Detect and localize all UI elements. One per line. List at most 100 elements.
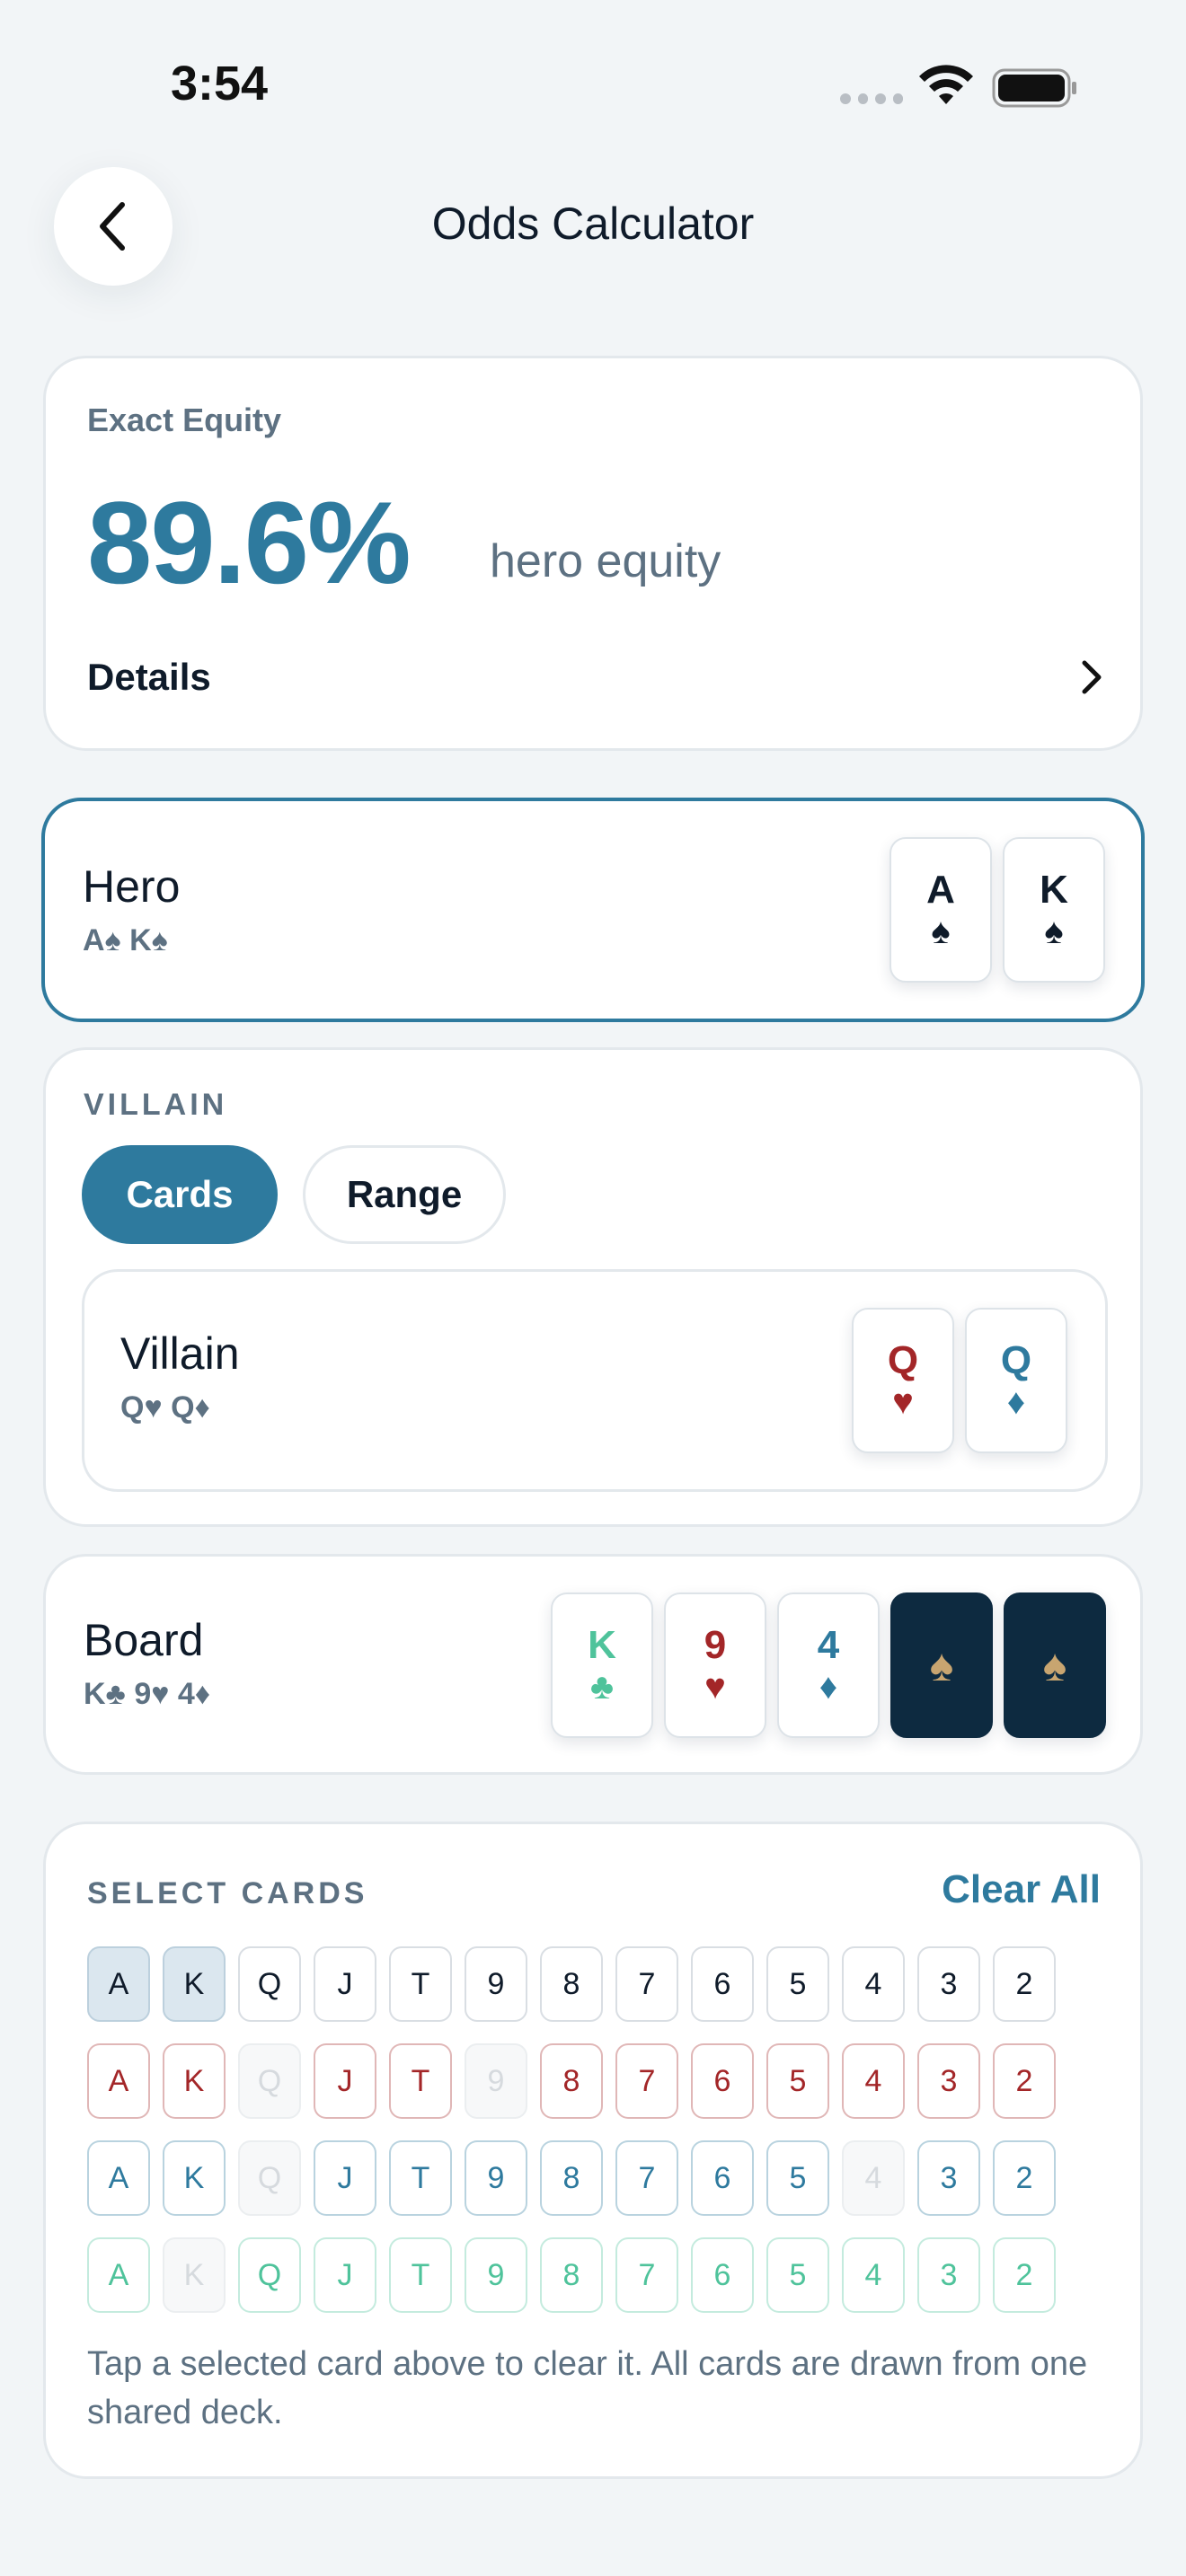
card-cell[interactable]: 2 [993,2043,1056,2119]
card-cell[interactable]: 5 [766,1946,829,2022]
status-bar: 3:54 [0,0,1186,171]
card-cell[interactable]: 4 [842,2237,905,2313]
card-cell[interactable]: 5 [766,2140,829,2216]
card-cell[interactable]: K [163,2140,226,2216]
card-cell[interactable]: A [87,2237,150,2313]
card-cell[interactable]: J [314,1946,376,2022]
card-cell[interactable]: 6 [691,2043,754,2119]
hero-panel[interactable]: Hero A♠ K♠ A ♠ K ♠ [41,798,1145,1022]
board-card-2[interactable]: 9 ♥ [664,1592,766,1738]
card-cell[interactable]: 4 [842,2140,905,2216]
card-cell[interactable]: 5 [766,2237,829,2313]
card-cell[interactable]: Q [238,1946,301,2022]
spade-icon: ♠ [1042,1640,1067,1690]
cellular-signal-icon [840,93,903,106]
board-panel[interactable]: Board K♣ 9♥ 4♦ K ♣ 9 ♥ 4 ♦ ♠ ♠ [43,1554,1143,1775]
clear-all-button[interactable]: Clear All [942,1867,1101,1912]
page-title: Odds Calculator [431,198,755,249]
battery-icon [992,68,1076,108]
card-rank: Q [887,1338,919,1382]
spade-icon: ♠ [929,1640,954,1690]
card-cell[interactable]: Q [238,2140,301,2216]
card-suit: ♦ [1006,1382,1026,1422]
card-cell[interactable]: J [314,2237,376,2313]
card-cell[interactable]: K [163,2043,226,2119]
equity-card: Exact Equity 89.6% hero equity Details [43,356,1143,751]
card-grid: AKQJT98765432AKQJT98765432AKQJT98765432A… [87,1946,1056,2334]
card-cell[interactable]: 6 [691,2140,754,2216]
hero-card-2[interactable]: K ♠ [1003,837,1105,983]
card-cell[interactable]: 8 [540,2043,603,2119]
selector-hint: Tap a selected card above to clear it. A… [87,2345,1088,2431]
villain-cards-text: Q♥ Q♦ [120,1390,210,1425]
card-cell[interactable]: A [87,1946,150,2022]
card-cell[interactable]: 7 [615,2237,678,2313]
card-cell[interactable]: T [389,2140,452,2216]
card-cell[interactable]: A [87,2140,150,2216]
card-suit: ♥ [704,1667,726,1707]
card-suit: ♠ [931,912,951,951]
card-cell[interactable]: 3 [917,2043,980,2119]
board-card-1[interactable]: K ♣ [551,1592,653,1738]
villain-hand[interactable]: Villain Q♥ Q♦ Q ♥ Q ♦ [82,1269,1108,1492]
card-cell[interactable]: 4 [842,2043,905,2119]
card-suit: ♣ [589,1667,615,1707]
card-cell[interactable]: Q [238,2237,301,2313]
villain-range-tab[interactable]: Range [303,1145,506,1244]
hero-card-1[interactable]: A ♠ [890,837,992,983]
hero-cards-text: A♠ K♠ [83,923,168,957]
card-cell[interactable]: 9 [465,2140,527,2216]
card-rank: Q [1000,1338,1032,1382]
card-row-spades: AKQJT98765432 [87,1946,1056,2022]
card-cell[interactable]: 3 [917,2140,980,2216]
villain-card-1[interactable]: Q ♥ [852,1308,954,1453]
card-row-diamonds: AKQJT98765432 [87,2140,1056,2216]
card-cell[interactable]: 3 [917,1946,980,2022]
card-cell[interactable]: 7 [615,2043,678,2119]
card-cell[interactable]: A [87,2043,150,2119]
card-cell[interactable]: 4 [842,1946,905,2022]
card-cell[interactable]: T [389,1946,452,2022]
card-cell[interactable]: 8 [540,2237,603,2313]
card-rank: K [1040,868,1068,912]
card-cell[interactable]: 5 [766,2043,829,2119]
chevron-right-icon [1082,660,1102,694]
card-selector-panel: SELECT CARDS Clear All AKQJT98765432AKQJ… [43,1822,1143,2479]
card-cell[interactable]: 7 [615,2140,678,2216]
card-cell[interactable]: 9 [465,1946,527,2022]
card-cell[interactable]: 6 [691,1946,754,2022]
board-card-3[interactable]: 4 ♦ [777,1592,880,1738]
card-cell[interactable]: K [163,2237,226,2313]
card-cell[interactable]: T [389,2043,452,2119]
card-cell[interactable]: 8 [540,2140,603,2216]
card-cell[interactable]: T [389,2237,452,2313]
card-cell[interactable]: 3 [917,2237,980,2313]
card-cell[interactable]: 9 [465,2237,527,2313]
card-cell[interactable]: J [314,2140,376,2216]
card-suit: ♦ [819,1667,838,1707]
card-cell[interactable]: 8 [540,1946,603,2022]
board-card-empty-river[interactable]: ♠ [1004,1592,1106,1738]
card-cell[interactable]: K [163,1946,226,2022]
card-cell[interactable]: 2 [993,1946,1056,2022]
status-time: 3:54 [171,57,269,110]
card-cell[interactable]: 2 [993,2140,1056,2216]
details-label: Details [87,656,211,698]
card-rank: 4 [817,1623,840,1667]
select-cards-label: SELECT CARDS [87,1876,368,1910]
card-cell[interactable]: 9 [465,2043,527,2119]
card-cell[interactable]: 2 [993,2237,1056,2313]
card-suit: ♠ [1044,912,1064,951]
card-rank: A [926,868,955,912]
equity-value: 89.6% [87,477,412,608]
card-cell[interactable]: 6 [691,2237,754,2313]
board-card-empty-turn[interactable]: ♠ [890,1592,993,1738]
card-cell[interactable]: Q [238,2043,301,2119]
card-suit: ♥ [892,1382,914,1422]
card-cell[interactable]: 7 [615,1946,678,2022]
villain-cards-tab[interactable]: Cards [82,1145,278,1244]
card-cell[interactable]: J [314,2043,376,2119]
details-row[interactable]: Details [87,646,1104,709]
villain-panel: VILLAIN Cards Range Villain Q♥ Q♦ Q ♥ Q … [43,1047,1143,1527]
villain-card-2[interactable]: Q ♦ [965,1308,1067,1453]
